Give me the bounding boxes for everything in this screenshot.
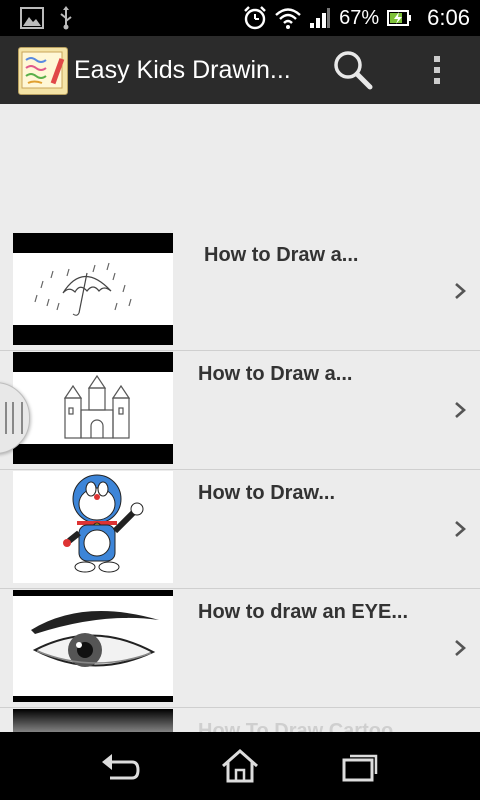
back-icon — [102, 754, 140, 780]
recent-apps-icon — [342, 754, 378, 782]
overflow-menu-button[interactable] — [420, 48, 454, 92]
overflow-menu-icon — [434, 56, 440, 84]
list-item[interactable]: How to Draw... — [0, 470, 480, 589]
chevron-right-icon — [455, 640, 466, 656]
battery-percent: 67% — [339, 6, 380, 29]
drawing-list: How to Draw a... How to Draw a... How to… — [0, 232, 480, 732]
usb-icon — [60, 6, 72, 30]
app-icon[interactable] — [18, 47, 68, 95]
chevron-right-icon — [455, 402, 466, 418]
alarm-icon — [244, 6, 266, 30]
thumbnail-partial — [13, 709, 173, 732]
list-item-title: How To Draw Cartoo — [198, 720, 394, 732]
home-icon — [222, 748, 258, 783]
list-item-title: How to Draw... — [198, 482, 336, 504]
signal-icon — [310, 8, 331, 28]
list-item-title: How to Draw a... — [204, 244, 359, 266]
chevron-right-icon — [455, 283, 466, 299]
grip-icon — [5, 402, 23, 434]
list-item-title: How to draw an EYE... — [198, 601, 409, 623]
navigation-bar — [0, 732, 480, 800]
gallery-notification-icon — [20, 7, 44, 29]
back-button[interactable] — [96, 748, 146, 784]
thumbnail-doraemon — [13, 471, 173, 583]
clock: 6:06 — [427, 5, 470, 30]
action-bar: Easy Kids Drawin... — [0, 36, 480, 105]
app-title: Easy Kids Drawin... — [74, 56, 291, 84]
chevron-right-icon — [455, 521, 466, 537]
list-item[interactable]: How To Draw Cartoo — [0, 708, 480, 732]
home-button[interactable] — [215, 748, 265, 784]
wifi-icon — [275, 8, 301, 29]
list-item-title: How to Draw a... — [198, 363, 353, 385]
search-icon — [334, 51, 373, 90]
thumbnail-umbrella — [13, 233, 173, 345]
list-item[interactable]: How to Draw a... — [0, 232, 480, 351]
content-area: How to Draw a... How to Draw a... How to… — [0, 104, 480, 732]
list-item[interactable]: How to Draw a... — [0, 351, 480, 470]
list-item[interactable]: How to draw an EYE... — [0, 589, 480, 708]
search-button[interactable] — [330, 48, 376, 92]
battery-charging-icon — [387, 10, 412, 26]
thumbnail-eye — [13, 590, 173, 702]
status-bar: 67% 6:06 — [0, 0, 480, 36]
recent-apps-button[interactable] — [334, 748, 384, 784]
thumbnail-castle — [13, 352, 173, 464]
